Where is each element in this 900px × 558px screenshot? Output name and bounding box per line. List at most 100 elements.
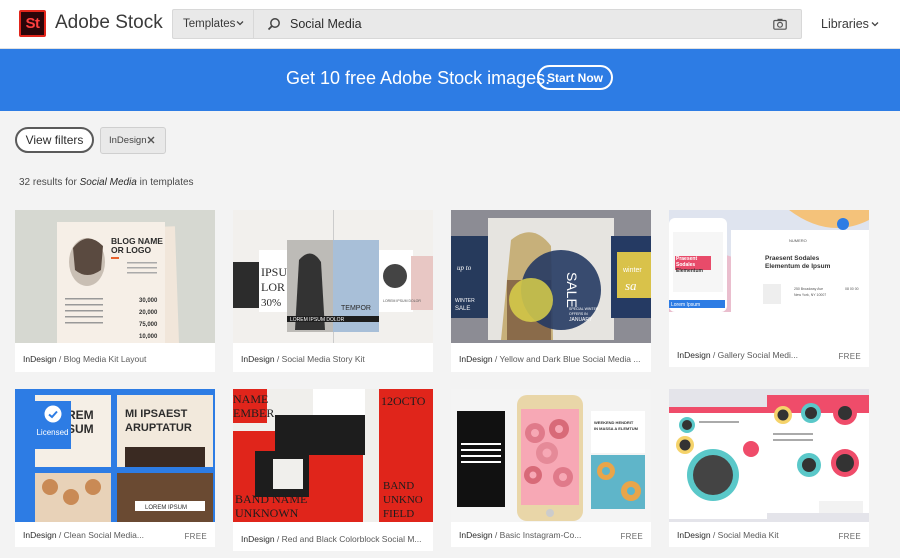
template-thumbnail[interactable]: NAME EMBER BAND NAME UNKNOWN 12OCTO BAND… <box>233 389 433 522</box>
thumb-text: 12OCTO <box>381 394 426 408</box>
template-card[interactable]: REM SUM MI IPSAEST ARUPTATUR LOREM IPSUM… <box>15 389 215 547</box>
template-card[interactable]: Praesent Sodales Elementum Lorem Ipsum N… <box>669 210 869 367</box>
card-title: / Blog Media Kit Layout <box>56 354 147 364</box>
card-caption: InDesign / Gallery Social Medi... <box>677 350 817 360</box>
thumb-text: EMBER <box>233 406 274 420</box>
blog-media-kit-preview: BLOG NAME OR LOGO 30,000 20,000 75,000 1… <box>15 210 215 343</box>
promo-banner: Get 10 free Adobe Stock images. Start No… <box>0 49 900 111</box>
template-card[interactable]: IPSU LOR 30% LOREM IPSUM DOLOR TEMPOR LO… <box>233 210 433 372</box>
search-icon <box>267 18 280 31</box>
thumb-text: REM <box>67 408 94 422</box>
card-app: InDesign <box>459 530 493 540</box>
card-caption: InDesign / Yellow and Dark Blue Social M… <box>459 354 643 364</box>
card-app: InDesign <box>677 530 711 540</box>
instagram-preview: WEEKEND HENDRIT IN MASSA A ELEMTUM <box>451 389 651 522</box>
thumb-text: sa <box>625 278 637 293</box>
template-thumbnail[interactable]: WEEKEND HENDRIT IN MASSA A ELEMTUM <box>451 389 651 522</box>
thumb-text: 08 00 00 <box>845 287 859 291</box>
template-card[interactable]: NAME EMBER BAND NAME UNKNOWN 12OCTO BAND… <box>233 389 433 551</box>
licensed-label: Licensed <box>36 428 69 437</box>
results-suffix: in templates <box>136 177 194 188</box>
template-card[interactable]: BLOG NAME OR LOGO 30,000 20,000 75,000 1… <box>15 210 215 372</box>
free-badge: FREE <box>838 532 861 541</box>
thumb-text: LOREM IPSUM DOLOR <box>383 299 421 303</box>
libraries-menu[interactable]: Libraries <box>821 17 869 31</box>
chevron-down-icon[interactable] <box>871 20 879 28</box>
category-select-label: Templates <box>183 18 236 30</box>
card-title: / Social Media Kit <box>710 530 779 540</box>
template-thumbnail[interactable]: WINTER SALE up to SALE SPECIAL WINTER OF… <box>451 210 651 343</box>
free-badge: FREE <box>620 532 643 541</box>
close-icon[interactable] <box>147 136 155 144</box>
card-caption: InDesign / Blog Media Kit Layout <box>23 354 207 364</box>
chevron-down-icon <box>236 21 244 26</box>
thumb-text: TEMPOR <box>341 305 371 312</box>
thumb-text: LOREM IPSUM DOLOR <box>290 317 345 323</box>
gallery-social-preview: Praesent Sodales Elementum Lorem Ipsum N… <box>669 210 869 312</box>
template-thumbnail[interactable] <box>669 389 869 522</box>
card-title: / Basic Instagram-Co... <box>492 530 582 540</box>
thumb-text: FIELD <box>383 508 414 520</box>
card-title: / Clean Social Media... <box>56 530 144 540</box>
template-thumbnail[interactable]: IPSU LOR 30% LOREM IPSUM DOLOR TEMPOR LO… <box>233 210 433 343</box>
thumb-text: JANUARY <box>569 317 593 323</box>
free-badge: FREE <box>838 352 861 361</box>
thumb-text: SALE <box>455 306 470 312</box>
card-caption: InDesign / Red and Black Colorblock Soci… <box>241 534 425 544</box>
card-caption: InDesign / Social Media Story Kit <box>241 354 425 364</box>
licensed-badge: Licensed <box>34 401 71 449</box>
thumb-text: IPSU <box>261 265 287 279</box>
template-card[interactable]: WEEKEND HENDRIT IN MASSA A ELEMTUM InDes… <box>451 389 651 547</box>
results-prefix: 32 results for <box>19 177 80 188</box>
promo-text: Get 10 free Adobe Stock images. <box>286 68 551 88</box>
card-app: InDesign <box>241 354 275 364</box>
card-app: InDesign <box>677 350 711 360</box>
thumb-text: MI IPSAEST <box>125 408 188 420</box>
filter-tag-indesign[interactable]: InDesign <box>100 127 166 154</box>
template-card[interactable]: InDesign / Social Media Kit FREE <box>669 389 869 547</box>
thumb-text: BAND NAME <box>235 492 307 506</box>
adobe-stock-logo[interactable]: St <box>19 10 46 37</box>
thumb-text: NAME <box>233 392 268 406</box>
thumb-text: BAND <box>383 480 414 492</box>
thumb-text: 20,000 <box>139 310 158 316</box>
card-title: / Social Media Story Kit <box>274 354 365 364</box>
thumb-text: OR LOGO <box>111 245 152 255</box>
thumb-text: New York, NY 10007 <box>794 293 826 297</box>
card-app: InDesign <box>459 354 493 364</box>
thumb-text: WINTER <box>455 298 475 304</box>
thumb-text: Praesent Sodales <box>765 255 820 262</box>
card-caption: InDesign / Clean Social Media... <box>23 530 173 540</box>
search-value: Social Media <box>290 17 362 31</box>
thumb-text: 75,000 <box>139 322 158 328</box>
filter-tag-label: InDesign <box>109 135 147 146</box>
search-input[interactable]: Social Media <box>253 9 802 39</box>
thumb-text: up to <box>457 264 472 272</box>
thumb-text: NUMERO <box>789 238 807 243</box>
view-filters-button[interactable]: View filters <box>15 127 94 153</box>
card-title: / Red and Black Colorblock Social M... <box>274 534 422 544</box>
card-caption: InDesign / Social Media Kit <box>677 530 817 540</box>
thumb-text: Lorem Ipsum <box>671 302 700 308</box>
card-app: InDesign <box>23 530 57 540</box>
start-now-button[interactable]: Start Now <box>537 65 613 90</box>
template-thumbnail[interactable]: Praesent Sodales Elementum Lorem Ipsum N… <box>669 210 869 312</box>
camera-icon[interactable] <box>773 18 787 30</box>
free-badge: FREE <box>184 532 207 541</box>
card-caption: InDesign / Basic Instagram-Co... <box>459 530 599 540</box>
template-thumbnail[interactable]: BLOG NAME OR LOGO 30,000 20,000 75,000 1… <box>15 210 215 343</box>
thumb-text: LOR <box>261 280 285 294</box>
template-card[interactable]: WINTER SALE up to SALE SPECIAL WINTER OF… <box>451 210 651 372</box>
template-thumbnail[interactable]: REM SUM MI IPSAEST ARUPTATUR LOREM IPSUM… <box>15 389 215 522</box>
thumb-text: SALE <box>564 272 580 308</box>
thumb-text: winter <box>622 267 642 274</box>
thumb-text: LOREM IPSUM <box>145 505 187 511</box>
card-title: / Gallery Social Medi... <box>710 350 798 360</box>
thumb-text: UNKNOWN <box>235 506 299 520</box>
thumb-text: 250 Broadway Ave <box>794 287 823 291</box>
thumb-text: ARUPTATUR <box>125 422 192 434</box>
check-icon <box>44 405 61 423</box>
results-query: Social Media <box>79 177 137 188</box>
brand-name[interactable]: Adobe Stock <box>55 12 163 34</box>
category-select[interactable]: Templates <box>172 9 253 39</box>
